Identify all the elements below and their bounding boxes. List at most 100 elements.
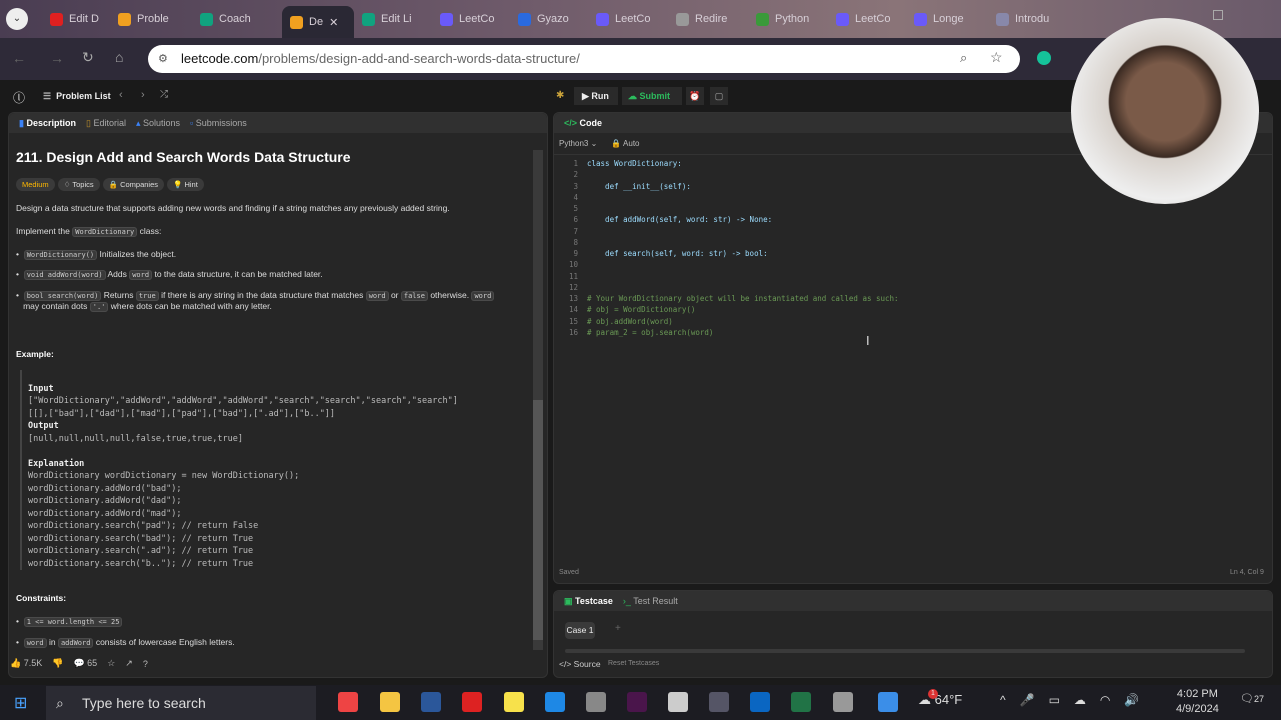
home-icon[interactable]: ⌂ [115, 49, 123, 65]
browser-tab[interactable]: Proble [118, 8, 182, 30]
notes-icon[interactable]: ▢ [710, 87, 728, 105]
debug-icon[interactable]: ✱ [556, 90, 564, 101]
code-chip: true [135, 291, 159, 301]
topics-tag[interactable]: ♢ Topics [57, 178, 100, 191]
next-problem-icon[interactable]: › [141, 89, 145, 101]
code-line[interactable]: def __init__(self): [587, 182, 691, 191]
browser-tab[interactable]: Edit D [50, 8, 114, 30]
clock[interactable]: 4:02 PM 4/9/2024 [1176, 687, 1219, 717]
linkedin-icon[interactable] [750, 692, 770, 712]
browser-tab[interactable]: Python [756, 8, 820, 30]
browser-tab[interactable]: Gyazo [518, 8, 582, 30]
add-case-icon[interactable]: + [615, 623, 621, 634]
url-input[interactable]: leetcode.com/problems/design-add-and-sea… [148, 45, 1020, 73]
tab-editorial[interactable]: ▯ Editorial [86, 118, 126, 129]
vscode-icon[interactable] [545, 692, 565, 712]
browser-tab[interactable]: LeetCo [596, 8, 660, 30]
testcase-input-bar[interactable] [565, 649, 1245, 653]
obs-icon[interactable] [709, 692, 729, 712]
favorite-star-icon[interactable]: ☆ [107, 658, 115, 669]
explanation-line: wordDictionary.addWord("bad"); [28, 483, 182, 494]
site-info-icon[interactable]: ⚙ [158, 52, 168, 65]
code-line[interactable]: # param_2 = obj.search(word) [587, 328, 713, 337]
submit-button[interactable]: ☁ Submit [622, 87, 682, 105]
code-chip: '.' [89, 302, 109, 313]
tab-solutions[interactable]: ▴ Solutions [136, 118, 180, 129]
case-1-tab[interactable]: Case 1 [565, 622, 595, 639]
weather-widget[interactable]: ☁ 64°F [918, 692, 962, 708]
bookmark-star-icon[interactable]: ☆ [990, 49, 1003, 66]
browser-tab[interactable]: Redire [676, 8, 740, 30]
code-chip: word [471, 291, 495, 301]
code-chip: bool search(word) [23, 291, 102, 301]
reload-icon[interactable]: ↻ [82, 49, 94, 66]
tray-icons[interactable]: ^🎤▭☁◠🔊 [1000, 693, 1153, 707]
code-line[interactable]: def search(self, word: str) -> bool: [587, 249, 768, 258]
slack-icon[interactable] [627, 692, 647, 712]
tab-favicon-icon [996, 12, 1009, 26]
code-line[interactable]: # Your WordDictionary object will be ins… [587, 294, 899, 303]
source-link[interactable]: </> Source [559, 659, 601, 669]
code-tab[interactable]: </> Code [564, 118, 602, 128]
shuffle-icon[interactable]: ⤮ [160, 89, 168, 100]
code-line[interactable]: # obj.addWord(word) [587, 317, 673, 326]
tab-test-result[interactable]: ›_ Test Result [623, 596, 678, 606]
save-status: Saved [559, 569, 579, 576]
excel-icon[interactable] [791, 692, 811, 712]
code-chip: WordDictionary() [23, 250, 98, 260]
comments-button[interactable]: 💬 65 [73, 658, 97, 669]
zoom-search-icon[interactable]: ⌕ [960, 50, 967, 66]
bullet-text: or [390, 290, 399, 300]
browser-tab[interactable]: LeetCo [836, 8, 900, 30]
tab-search-button[interactable]: ⌄ [6, 8, 28, 30]
file-explorer-icon[interactable] [380, 692, 400, 712]
code-line[interactable]: class WordDictionary: [587, 159, 682, 168]
url-host: leetcode.com [181, 51, 259, 66]
code-line[interactable]: # obj = WordDictionary() [587, 305, 695, 314]
tab-submissions[interactable]: ▫ Submissions [190, 118, 247, 128]
help-icon[interactable]: ? [143, 659, 148, 669]
grammarly-icon[interactable] [1037, 51, 1051, 65]
acrobat-icon[interactable] [462, 692, 482, 712]
auto-mode-toggle[interactable]: 🔒 Auto [611, 139, 639, 148]
snipping-icon[interactable] [833, 692, 853, 712]
notification-count: 27 [1253, 694, 1264, 704]
browser-tab[interactable]: Longe [914, 8, 978, 30]
browser-tab[interactable]: Edit Li [362, 8, 426, 30]
word-icon[interactable] [421, 692, 441, 712]
browser-tab[interactable]: Introdu [996, 8, 1060, 30]
tab-description[interactable]: ▮ Description [19, 118, 76, 129]
prev-problem-icon[interactable]: ‹ [119, 89, 123, 101]
sticky-notes-icon[interactable] [504, 692, 524, 712]
paint-icon[interactable] [668, 692, 688, 712]
close-tab-icon[interactable]: ✕ [329, 16, 338, 29]
description-scrollbar[interactable] [533, 150, 543, 650]
reset-testcases-link[interactable]: Reset Testcases [608, 660, 659, 667]
minimize-icon[interactable] [1213, 10, 1223, 20]
browser-tab[interactable]: LeetCo [440, 8, 504, 30]
language-select[interactable]: Python3 ⌄ [559, 139, 597, 148]
timer-icon[interactable]: ⏰ [686, 87, 704, 105]
share-icon[interactable]: ↗ [125, 658, 133, 669]
line-number: 7 [573, 226, 578, 236]
leetcode-logo-icon[interactable]: ⓛ [13, 89, 25, 106]
help-icon[interactable] [878, 692, 898, 712]
chrome-icon[interactable] [338, 692, 358, 712]
back-icon[interactable]: ← [12, 50, 26, 66]
companies-tag[interactable]: 🔒 Companies [102, 178, 164, 191]
like-button[interactable]: 👍 7.5K [10, 658, 42, 669]
run-button[interactable]: ▶ Run [574, 87, 618, 105]
line-number: 10 [568, 260, 578, 270]
notification-center[interactable]: 🗨27 [1240, 692, 1264, 705]
tab-testcase[interactable]: ▣ Testcase [564, 596, 613, 607]
start-button[interactable]: ⊞ [14, 693, 27, 713]
calculator-icon[interactable] [586, 692, 606, 712]
taskbar-search[interactable]: ⌕ Type here to search [46, 686, 316, 720]
dislike-button[interactable]: 👎 [52, 658, 63, 669]
problem-list-link[interactable]: ☰ Problem List [43, 91, 111, 102]
code-line[interactable]: def addWord(self, word: str) -> None: [587, 215, 772, 224]
browser-tab[interactable]: Coach [200, 8, 264, 30]
browser-tab[interactable]: De ✕ [282, 6, 354, 38]
hint-tag[interactable]: 💡 Hint [167, 178, 204, 191]
forward-icon[interactable]: → [50, 50, 64, 66]
